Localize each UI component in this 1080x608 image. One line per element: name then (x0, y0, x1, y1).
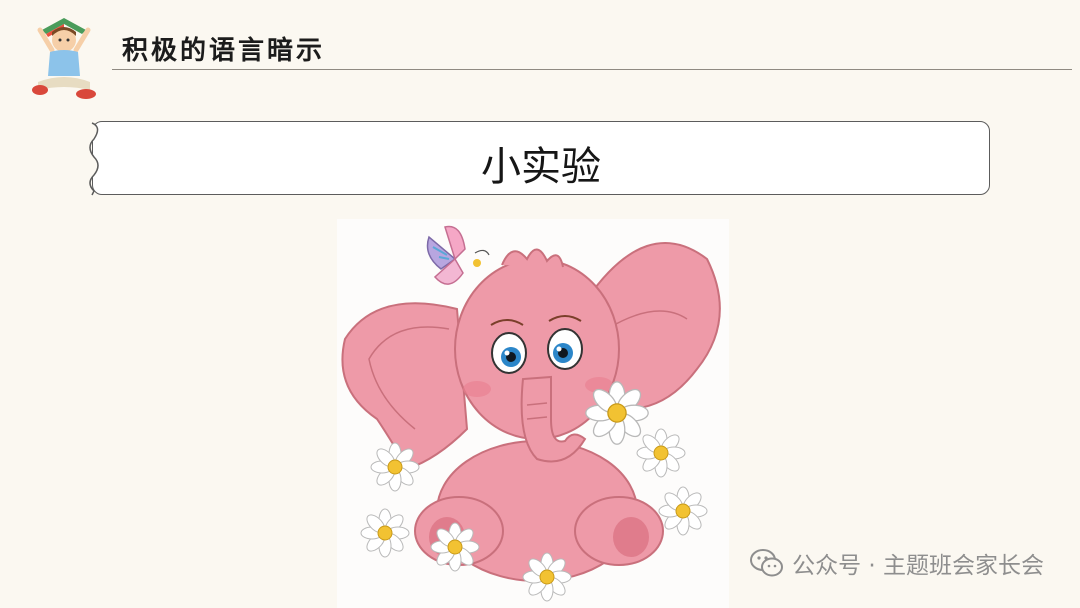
watermark: 公众号 · 主题班会家长会 (750, 546, 1044, 580)
banner-box: 小实验 (92, 121, 990, 195)
reading-boy-icon (32, 18, 96, 99)
header-divider (112, 69, 1072, 70)
watermark-text: 公众号 · 主题班会家长会 (792, 553, 1044, 579)
wechat-icon (750, 549, 784, 577)
page-title: 积极的语言暗示 (122, 36, 326, 66)
banner-title: 小实验 (481, 144, 601, 190)
elephant-illustration (337, 219, 729, 608)
scallop-edge-icon (89, 122, 99, 196)
